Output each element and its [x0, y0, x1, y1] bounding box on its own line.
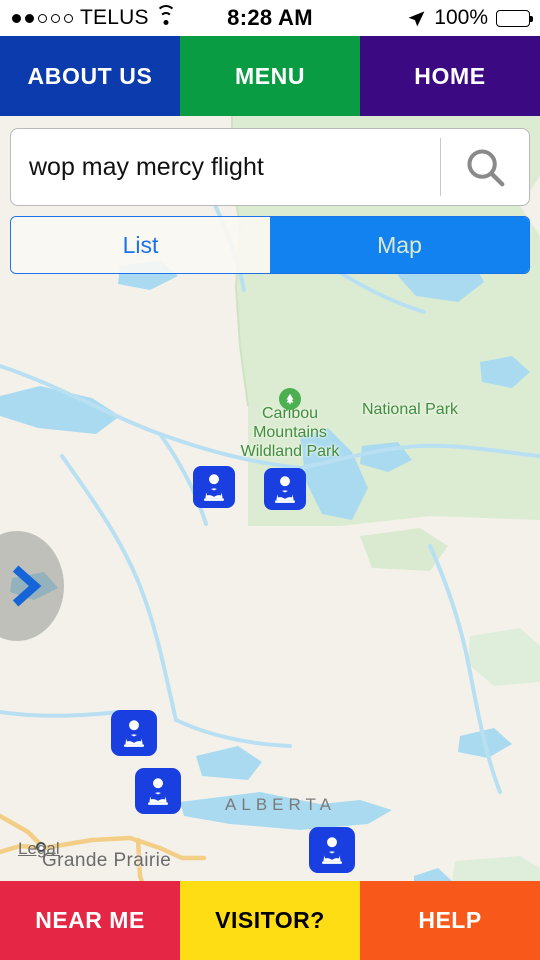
search-button[interactable]: [441, 129, 529, 205]
map-marker-library-4[interactable]: [135, 768, 181, 814]
status-bar: TELUS 8:28 AM 100%: [0, 0, 540, 36]
bottom-navigation-bar: NEAR ME VISITOR? HELP: [0, 881, 540, 960]
nav-button-home[interactable]: HOME: [360, 36, 540, 116]
battery-full-icon: [496, 9, 533, 27]
top-navigation-bar: ABOUT US MENU HOME: [0, 36, 540, 116]
toggle-option-list-label: List: [122, 231, 159, 258]
tree-icon: [286, 393, 294, 405]
view-toggle: List Map: [10, 216, 530, 274]
map-container[interactable]: Caribou Mountains Wildland Park National P…: [0, 116, 540, 881]
map-marker-library-3[interactable]: [111, 710, 157, 756]
legal-link[interactable]: Legal: [18, 839, 60, 859]
nav-button-about-us-label: ABOUT US: [27, 62, 153, 89]
bottom-button-near-me[interactable]: NEAR ME: [0, 881, 180, 960]
nav-button-about-us[interactable]: ABOUT US: [0, 36, 180, 116]
search-bar: [10, 128, 530, 206]
bottom-button-help-label: HELP: [418, 907, 482, 933]
map-marker-library-5[interactable]: [309, 827, 355, 873]
search-input[interactable]: [11, 129, 440, 205]
reading-person-icon: [275, 476, 295, 503]
search-icon: [467, 149, 505, 187]
nav-button-menu-label: MENU: [234, 62, 306, 89]
bottom-button-help[interactable]: HELP: [360, 881, 540, 960]
reading-person-icon: [322, 837, 342, 864]
reading-person-icon: [124, 720, 144, 747]
toggle-option-map[interactable]: Map: [270, 217, 529, 273]
reading-person-icon: [148, 778, 168, 805]
map-marker-library-1[interactable]: [193, 466, 235, 508]
bottom-button-visitor-label: VISITOR?: [215, 907, 325, 933]
app-screen: TELUS 8:28 AM 100% ABOUT US MENU HOME Ca…: [0, 0, 540, 960]
nav-button-home-label: HOME: [414, 62, 486, 89]
park-marker-icon[interactable]: [279, 388, 301, 410]
toggle-option-map-label: Map: [377, 231, 422, 258]
clock-label: 8:28 AM: [227, 5, 313, 30]
toggle-option-list[interactable]: List: [11, 217, 270, 273]
reading-person-icon: [204, 474, 224, 501]
bottom-button-visitor[interactable]: VISITOR?: [180, 881, 360, 960]
chevron-right-icon: [12, 565, 42, 607]
bottom-button-near-me-label: NEAR ME: [35, 907, 145, 933]
nav-button-menu[interactable]: MENU: [180, 36, 360, 116]
map-marker-library-2[interactable]: [264, 468, 306, 510]
